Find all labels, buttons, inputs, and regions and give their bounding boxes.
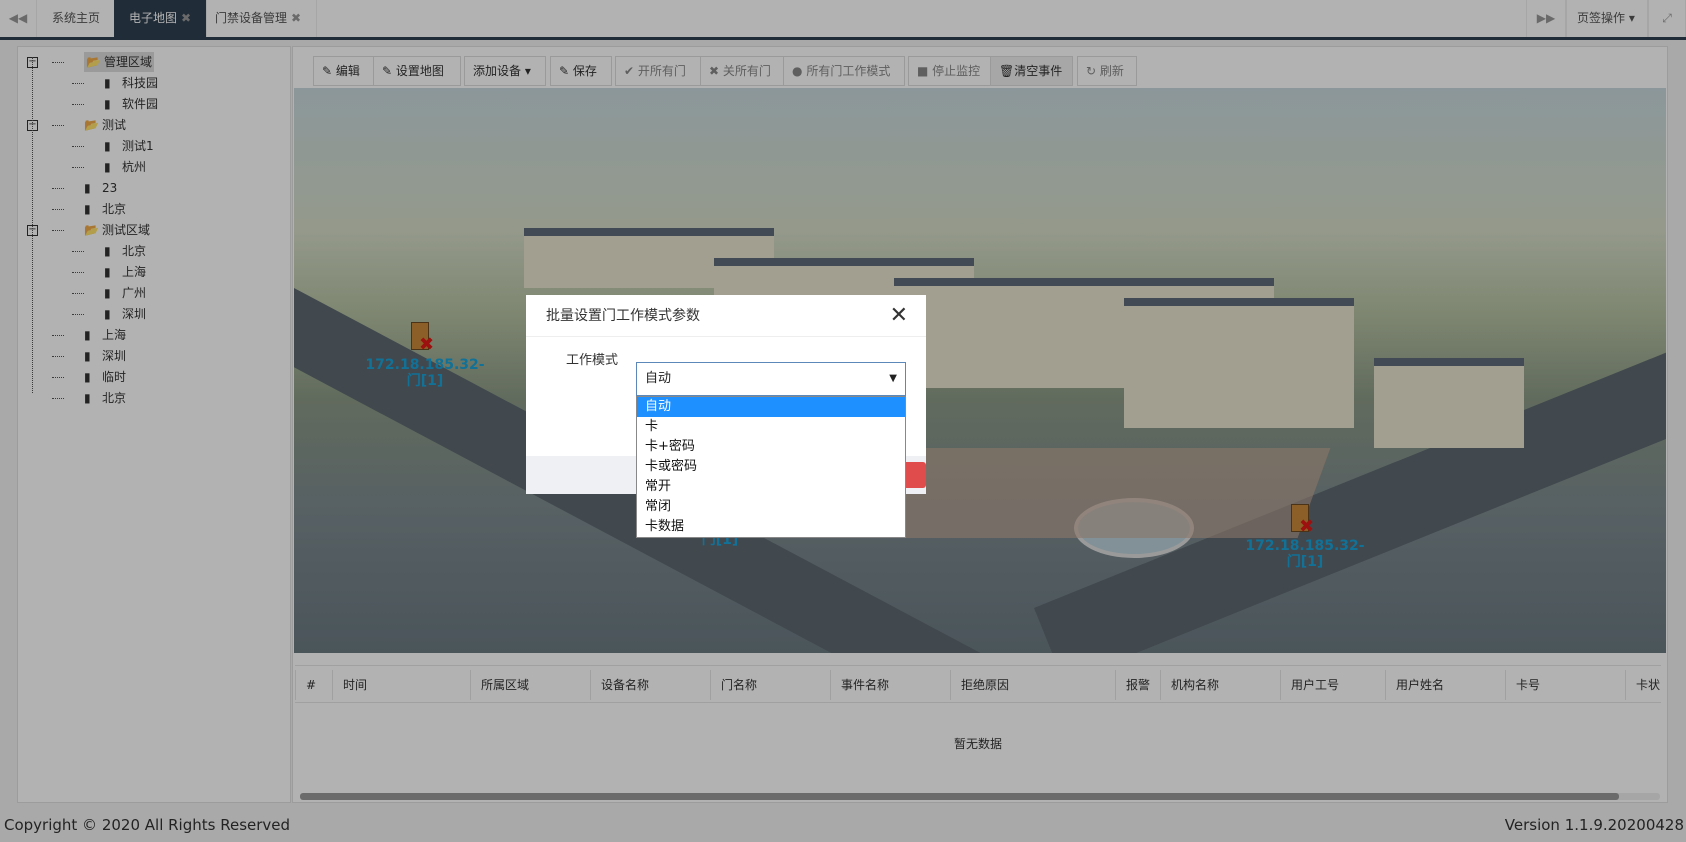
- work-mode-option[interactable]: 卡或密码: [637, 457, 905, 477]
- work-mode-option[interactable]: 常开: [637, 477, 905, 497]
- work-mode-option[interactable]: 卡数据: [637, 517, 905, 537]
- caret-down-icon: ▼: [889, 373, 897, 384]
- close-icon[interactable]: ✕: [890, 303, 908, 328]
- work-mode-option[interactable]: 自动: [637, 397, 905, 417]
- dialog-header: 批量设置门工作模式参数: [526, 295, 926, 337]
- work-mode-option[interactable]: 常闭: [637, 497, 905, 517]
- work-mode-label: 工作模式: [566, 353, 619, 368]
- work-mode-option[interactable]: 卡: [637, 417, 905, 437]
- dialog-title: 批量设置门工作模式参数: [546, 308, 700, 324]
- work-mode-select[interactable]: 自动 ▼: [636, 362, 906, 396]
- work-mode-options: 自动卡卡+密码 卡或密码 常开 常闭 卡数据: [636, 396, 906, 538]
- selected-value: 自动: [645, 371, 672, 386]
- work-mode-option[interactable]: 卡+密码: [637, 437, 905, 457]
